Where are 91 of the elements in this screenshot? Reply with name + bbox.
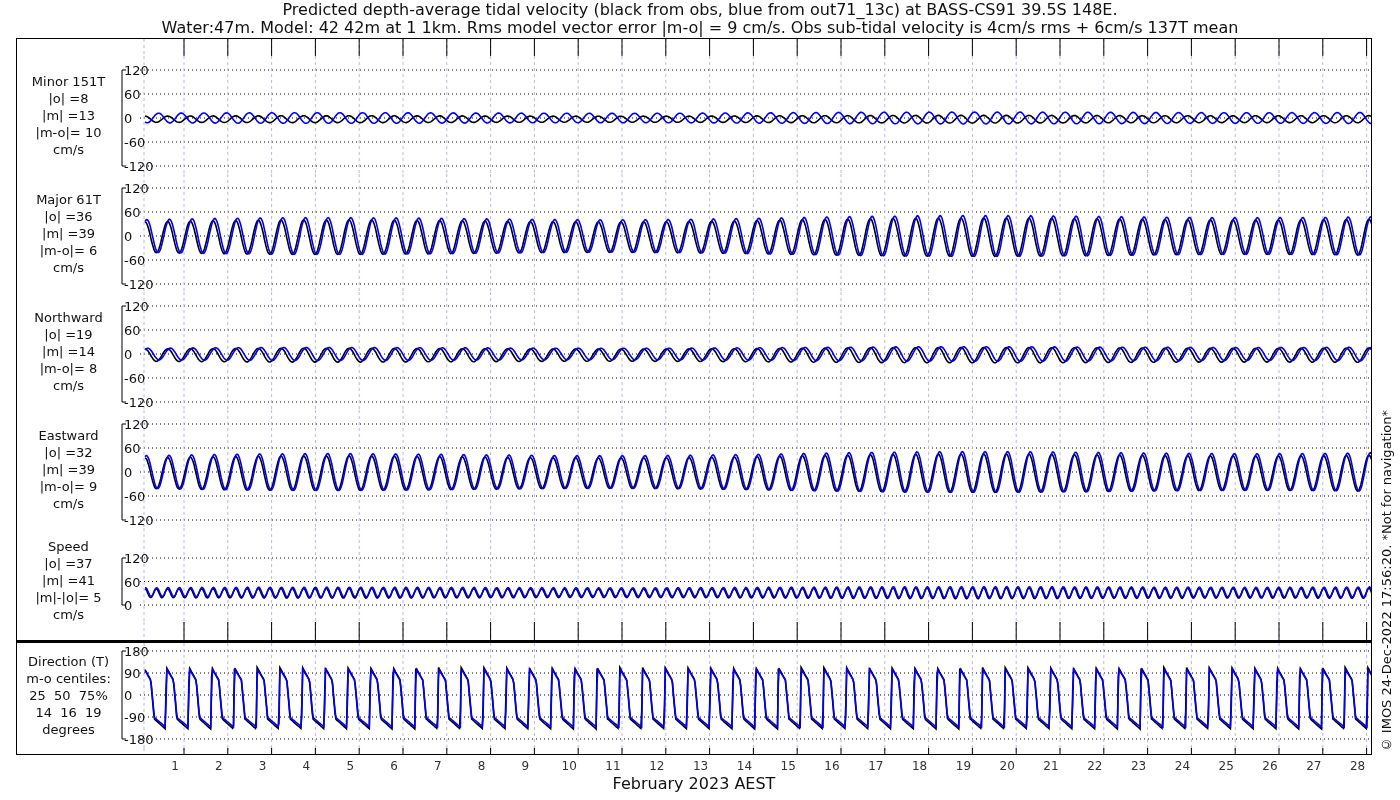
axis-tick-label: 60 [124, 87, 141, 102]
axis-tick-label: -60 [124, 489, 146, 504]
axis-tick-label: 60 [124, 574, 141, 590]
axis-tick-label: 21 [1043, 759, 1059, 773]
axis-tick-label: 19 [955, 759, 972, 773]
axis-tick-label: 60 [124, 323, 141, 338]
axis-tick-label: 11 [605, 759, 621, 773]
panel-label: |o| =37 [44, 554, 93, 572]
panel-label: |m-o|= 6 [39, 241, 98, 259]
panel-label: |o| =32 [44, 443, 93, 461]
axis-tick-label: 14 [736, 759, 753, 773]
axis-tick-label: 28 [1349, 759, 1366, 773]
axis-tick-label: 0 [124, 598, 133, 613]
panel-label: |o| =36 [44, 207, 93, 225]
panel-label: cm/s [53, 605, 84, 623]
axis-tick-label: -60 [124, 135, 146, 150]
axis-tick-label: 8 [477, 759, 486, 773]
copyright-note: © IMOS 24-Dec-2022 17:56:20. *Not for navigation* [1378, 409, 1394, 752]
axis-tick-label: 120 [124, 551, 149, 566]
panel-label: |m| =39 [42, 224, 95, 242]
axis-tick-label: 15 [780, 759, 796, 773]
axis-tick-label: 27 [1306, 759, 1322, 773]
axis-tick-label: 5 [346, 759, 354, 773]
panel-label: m-o centiles: [26, 670, 111, 687]
panel-label: cm/s [53, 494, 84, 512]
axis-tick-label: 120 [124, 181, 149, 196]
axis-tick-label: 3 [258, 759, 267, 773]
panel-label: 25 50 75% [29, 687, 108, 704]
axis-tick-label: 0 [124, 111, 133, 126]
axis-title: February 2023 AEST [611, 775, 777, 793]
panel-label: cm/s [53, 376, 84, 394]
chart-title: Water:47m. Model: 42 42m at 1 1km. Rms model vector error |m-o| = 9 cm/s. Obs sub-tidal velocity is 4cm/s rms + 6cm/s 137T mean [161, 19, 1239, 37]
axis-tick-label: 90 [124, 666, 141, 681]
panel-label: |o| =8 [48, 89, 89, 107]
axis-tick-label: -120 [124, 277, 154, 292]
axis-tick-label: 12 [649, 759, 665, 773]
axis-tick-label: -120 [124, 395, 154, 410]
axis-tick-label: 180 [124, 644, 149, 659]
panel-label: |o| =19 [44, 325, 93, 343]
axis-tick-label: 17 [868, 759, 884, 773]
axis-tick-label: -120 [124, 159, 154, 174]
panel-label: cm/s [53, 140, 84, 158]
panel-label: degrees [42, 721, 95, 738]
panel-label: |m-o|= 9 [39, 477, 98, 495]
panel-label: Eastward [38, 426, 99, 444]
panel-label: |m|-|o|= 5 [35, 588, 102, 606]
panel-label: |m| =41 [42, 571, 95, 589]
axis-tick-label: 22 [1087, 759, 1103, 773]
axis-tick-label: 120 [124, 299, 149, 314]
axis-tick-label: 16 [824, 759, 840, 773]
axis-tick-label: 0 [124, 229, 133, 244]
panel-label: |m| =39 [42, 460, 95, 478]
axis-tick-label: 26 [1262, 759, 1278, 773]
chart-title: Predicted depth-average tidal velocity (black from obs, blue from out71_13c) at BASS-CS91 39.5S 148E. [282, 1, 1118, 19]
axis-tick-label: 120 [124, 63, 149, 78]
axis-tick-label: -180 [124, 732, 154, 747]
axis-tick-label: -90 [124, 710, 146, 725]
panel-label: 14 16 19 [35, 704, 102, 721]
panel-label: |m| =13 [42, 106, 95, 124]
axis-tick-label: 10 [561, 759, 577, 773]
y-axis-line [121, 557, 127, 606]
axis-tick-label: 20 [999, 759, 1015, 773]
axis-tick-label: 120 [124, 417, 149, 432]
axis-tick-label: 0 [124, 347, 133, 362]
panel-label: |m-o|= 8 [39, 359, 98, 377]
panel-label: Speed [48, 537, 89, 555]
panel-label: Northward [34, 308, 103, 326]
panel-label: |m-o|= 10 [35, 123, 102, 141]
axis-tick-label: 23 [1130, 759, 1147, 773]
axis-tick-label: -60 [124, 253, 146, 268]
axis-tick-label: 6 [390, 759, 398, 773]
axis-tick-label: -120 [124, 513, 154, 528]
axis-tick-label: 0 [124, 688, 133, 703]
axis-tick-label: 13 [692, 759, 709, 773]
axis-tick-label: 60 [124, 205, 141, 220]
axis-tick-label: -60 [124, 371, 146, 386]
axis-tick-label: 24 [1174, 759, 1191, 773]
axis-tick-label: 4 [302, 759, 311, 773]
panel-label: Minor 151T [31, 72, 106, 90]
axis-tick-label: 25 [1218, 759, 1234, 773]
axis-tick-label: 9 [521, 759, 530, 773]
panel-label: Direction (T) [28, 653, 109, 670]
axis-tick-label: 7 [434, 759, 442, 773]
axis-tick-label: 60 [124, 441, 141, 456]
panel-label: Major 61T [36, 190, 101, 208]
panel-label: |m| =14 [42, 342, 95, 360]
axis-tick-label: 0 [124, 465, 133, 480]
panel-label: cm/s [53, 258, 84, 276]
axis-tick-label: 1 [171, 759, 179, 773]
axis-tick-label: 18 [911, 759, 928, 773]
axis-tick-label: 2 [215, 759, 223, 773]
